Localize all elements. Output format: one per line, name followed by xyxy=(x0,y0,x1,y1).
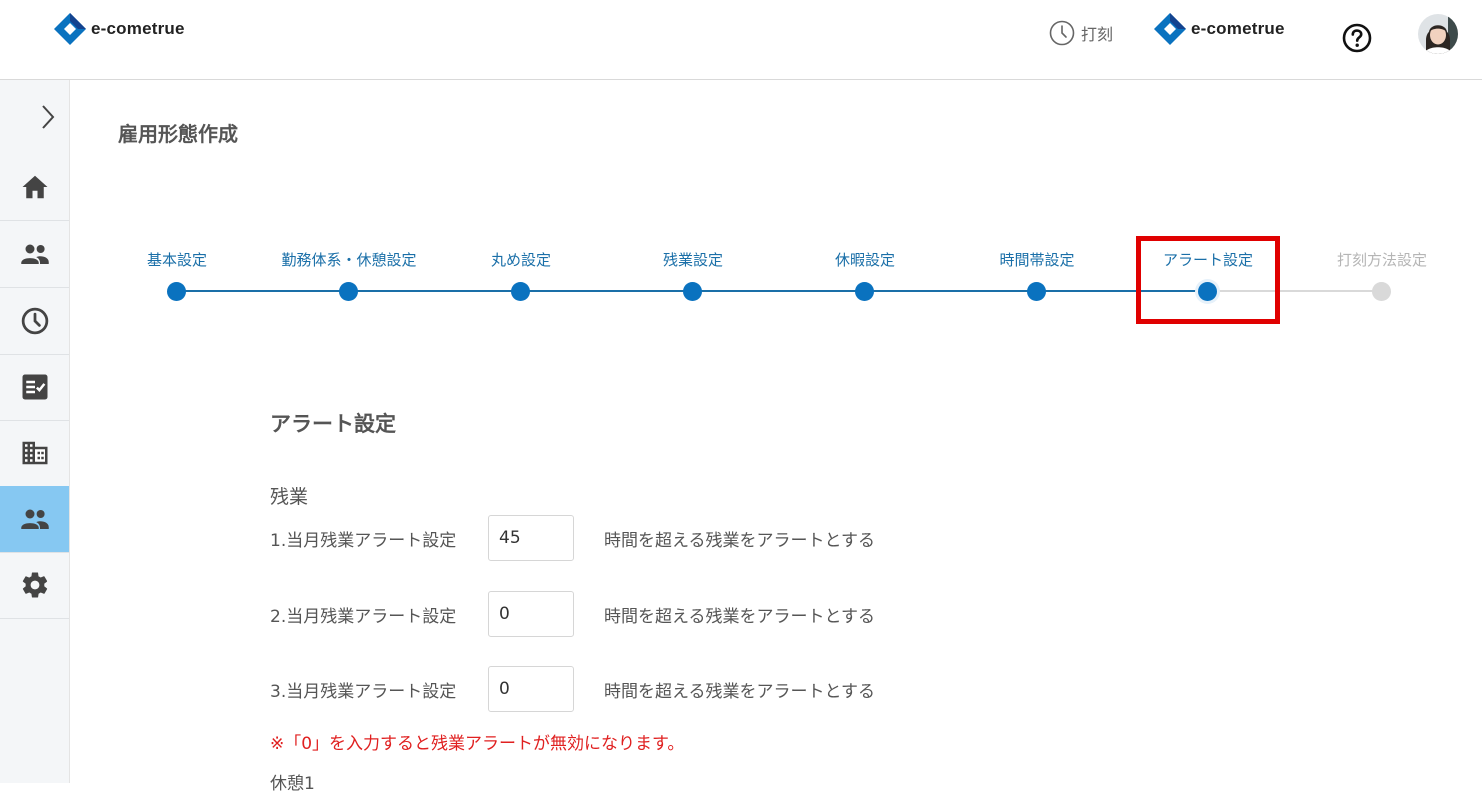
step-label: アラート設定 xyxy=(1162,251,1253,269)
logo-mark-icon xyxy=(1154,13,1186,45)
sidebar-item-home[interactable] xyxy=(0,154,69,221)
building-icon xyxy=(22,441,47,465)
clock-icon xyxy=(1049,20,1075,46)
sidebar-expand-button[interactable] xyxy=(0,80,69,152)
checklist-icon xyxy=(22,374,47,400)
overtime-alert-row-1: 1.当月残業アラート設定 時間を超える残業をアラートとする xyxy=(270,514,875,562)
step-label: 打刻方法設定 xyxy=(1336,251,1427,269)
step-punch-method-settings[interactable]: 打刻方法設定 xyxy=(1292,240,1472,301)
punch-label: 打刻 xyxy=(1081,25,1114,44)
overtime-subtitle: 残業 xyxy=(270,486,309,508)
step-basic-settings[interactable]: 基本設定 xyxy=(87,240,267,301)
home-icon xyxy=(22,175,47,199)
company-logo-text: e-cometrue xyxy=(1191,19,1285,38)
top-header: e-cometrue 打刻 e-cometrue xyxy=(0,0,1482,80)
step-dot xyxy=(683,282,702,301)
overtime-alert-suffix: 時間を超える残業をアラートとする xyxy=(604,681,875,702)
step-dot xyxy=(1198,282,1217,301)
step-rounding-settings[interactable]: 丸め設定 xyxy=(431,240,611,301)
overtime-alert-row-2: 2.当月残業アラート設定 時間を超える残業をアラートとする xyxy=(270,590,875,638)
step-dot xyxy=(511,282,530,301)
section-title: アラート設定 xyxy=(270,412,396,436)
brand-logo[interactable]: e-cometrue xyxy=(53,12,185,46)
step-label: 勤務体系・休憩設定 xyxy=(281,251,417,269)
step-time-zone-settings[interactable]: 時間帯設定 xyxy=(947,240,1127,301)
sidebar xyxy=(0,80,70,783)
break-section-label: 休憩1 xyxy=(270,774,315,794)
user-avatar[interactable] xyxy=(1418,14,1458,54)
step-dot xyxy=(1372,282,1391,301)
step-leave-settings[interactable]: 休暇設定 xyxy=(775,240,955,301)
sidebar-item-settings[interactable] xyxy=(0,552,69,619)
overtime-alert-input-1[interactable] xyxy=(488,515,574,561)
overtime-alert-suffix: 時間を超える残業をアラートとする xyxy=(604,606,875,627)
step-label: 基本設定 xyxy=(146,251,207,269)
step-dot xyxy=(1027,282,1046,301)
step-overtime-settings[interactable]: 残業設定 xyxy=(603,240,783,301)
page-title: 雇用形態作成 xyxy=(118,122,238,146)
overtime-alert-label: 3.当月残業アラート設定 xyxy=(270,681,457,702)
wizard-stepper: 基本設定 勤務体系・休憩設定 丸め設定 残業設定 休暇設定 時間帯設定 アラート… xyxy=(0,240,1482,320)
step-label: 休暇設定 xyxy=(834,251,895,269)
sidebar-item-company[interactable] xyxy=(0,420,69,487)
overtime-disable-note: ※「0」を入力すると残業アラートが無効になります。 xyxy=(270,734,685,754)
sidebar-item-requests[interactable] xyxy=(0,354,69,421)
step-work-break-settings[interactable]: 勤務体系・休憩設定 xyxy=(259,240,439,301)
stepper-remaining-line xyxy=(1208,290,1382,292)
company-logo: e-cometrue xyxy=(1153,12,1285,46)
overtime-alert-label: 2.当月残業アラート設定 xyxy=(270,606,457,627)
help-icon[interactable] xyxy=(1341,22,1373,54)
chevron-right-icon xyxy=(42,105,55,129)
overtime-alert-row-3: 3.当月残業アラート設定 時間を超える残業をアラートとする xyxy=(270,665,875,713)
step-label: 時間帯設定 xyxy=(999,251,1075,269)
step-dot xyxy=(167,282,186,301)
step-label: 残業設定 xyxy=(662,251,723,269)
step-dot xyxy=(339,282,358,301)
people-icon xyxy=(20,509,49,529)
gear-icon xyxy=(22,572,47,598)
overtime-alert-label: 1.当月残業アラート設定 xyxy=(270,530,457,551)
overtime-alert-input-3[interactable] xyxy=(488,666,574,712)
step-label: 丸め設定 xyxy=(490,251,551,269)
logo-text: e-cometrue xyxy=(91,19,185,38)
logo-mark-icon xyxy=(54,13,86,45)
step-alert-settings[interactable]: アラート設定 xyxy=(1118,240,1298,301)
overtime-alert-input-2[interactable] xyxy=(488,591,574,637)
step-dot xyxy=(855,282,874,301)
punch-button[interactable]: 打刻 xyxy=(1049,20,1113,46)
sidebar-item-employment-types[interactable] xyxy=(0,486,69,553)
overtime-alert-suffix: 時間を超える残業をアラートとする xyxy=(604,530,875,551)
